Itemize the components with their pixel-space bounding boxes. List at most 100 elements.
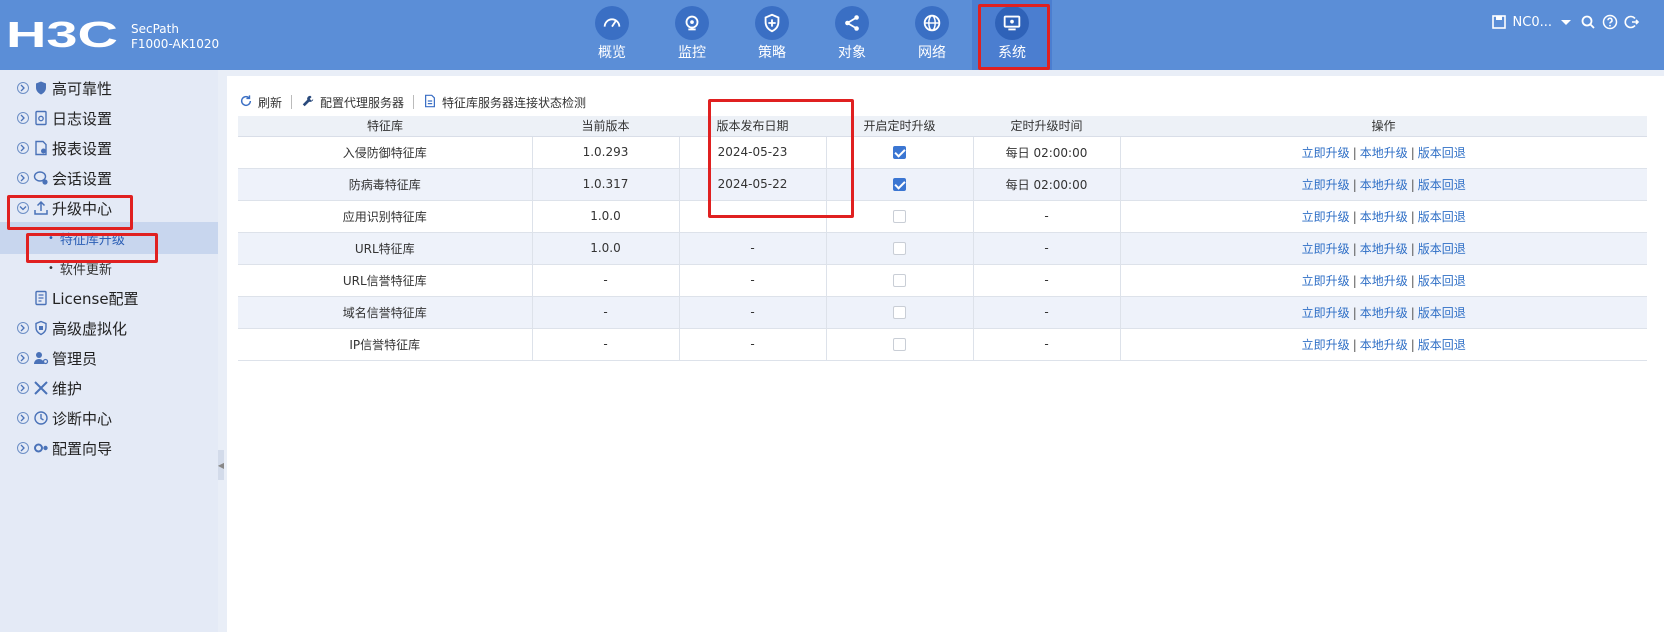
table-row: URL特征库 1.0.0 - - 立即升级 | 本地升级 | 版本回退 <box>238 232 1647 265</box>
refresh-button[interactable]: 刷新 <box>239 94 291 111</box>
chevron-right-icon[interactable] <box>17 322 29 334</box>
upgrade-now-link[interactable]: 立即升级 <box>1302 306 1350 320</box>
save-icon[interactable] <box>1491 14 1507 30</box>
timed-upgrade-checkbox[interactable] <box>893 146 906 159</box>
chevron-right-icon[interactable] <box>17 382 29 394</box>
timed-upgrade-cell <box>826 168 974 201</box>
timed-upgrade-cell <box>826 296 974 329</box>
release-date-cell: 2024-05-22 <box>679 168 827 201</box>
column-header-current-version[interactable]: 当前版本 <box>532 116 679 137</box>
device-name[interactable]: NC0... <box>1513 15 1552 30</box>
table-row: 防病毒特征库 1.0.317 2024-05-22 每日 02:00:00 立即… <box>238 168 1647 201</box>
timed-upgrade-checkbox[interactable] <box>893 306 906 319</box>
sidebar-item-config-wizard[interactable]: 配置向导 <box>0 432 218 464</box>
column-header-upgrade-time[interactable]: 定时升级时间 <box>973 116 1120 137</box>
column-header-library[interactable]: 特征库 <box>238 116 532 137</box>
chevron-right-icon[interactable] <box>17 412 29 424</box>
rollback-link[interactable]: 版本回退 <box>1418 306 1466 320</box>
timed-upgrade-checkbox[interactable] <box>893 274 906 287</box>
nav-policy[interactable]: 策略 <box>732 0 812 70</box>
chevron-right-icon[interactable] <box>17 352 29 364</box>
rollback-link[interactable]: 版本回退 <box>1418 274 1466 288</box>
product-line1: SecPath <box>131 22 179 36</box>
sidebar-item-high-availability[interactable]: 高可靠性 <box>0 72 218 104</box>
chevron-right-icon[interactable] <box>17 442 29 454</box>
nav-system[interactable]: 系统 <box>972 0 1052 70</box>
search-icon[interactable] <box>1580 14 1596 30</box>
upgrade-icon <box>33 200 49 216</box>
upgrade-now-link[interactable]: 立即升级 <box>1302 146 1350 160</box>
sidebar-collapse-handle[interactable]: ◀ <box>218 450 224 480</box>
upgrade-now-link[interactable]: 立即升级 <box>1302 210 1350 224</box>
sidebar-item-upgrade-center[interactable]: 升级中心 <box>0 192 218 224</box>
sidebar-item-diagnosis-center[interactable]: 诊断中心 <box>0 402 218 434</box>
version-cell: - <box>532 264 680 297</box>
local-upgrade-link[interactable]: 本地升级 <box>1360 338 1408 352</box>
sidebar-item-label: 管理员 <box>52 349 98 368</box>
log-icon <box>33 110 49 126</box>
sidebar-subitem-signature-upgrade[interactable]: • 特征库升级 <box>0 222 218 254</box>
nav-monitor[interactable]: 监控 <box>652 0 732 70</box>
timed-upgrade-cell <box>826 200 974 233</box>
sidebar-subitem-software-update[interactable]: • 软件更新 <box>0 252 218 284</box>
upgrade-now-link[interactable]: 立即升级 <box>1302 242 1350 256</box>
operations-cell: 立即升级 | 本地升级 | 版本回退 <box>1120 328 1647 361</box>
chevron-down-icon[interactable] <box>1558 14 1574 30</box>
sidebar-item-administrator[interactable]: 管理员 <box>0 342 218 374</box>
connection-check-button[interactable]: 特征库服务器连接状态检测 <box>414 94 595 111</box>
chevron-right-icon[interactable] <box>17 112 29 124</box>
timed-upgrade-checkbox[interactable] <box>893 242 906 255</box>
share-icon <box>835 6 869 40</box>
sidebar-item-log-settings[interactable]: 日志设置 <box>0 102 218 134</box>
nav-policy-label: 策略 <box>758 45 786 61</box>
rollback-link[interactable]: 版本回退 <box>1418 178 1466 192</box>
upgrade-now-link[interactable]: 立即升级 <box>1302 338 1350 352</box>
timed-upgrade-checkbox[interactable] <box>893 178 906 191</box>
sidebar-item-session-settings[interactable]: 会话设置 <box>0 162 218 194</box>
chevron-right-icon[interactable] <box>17 82 29 94</box>
config-proxy-button[interactable]: 配置代理服务器 <box>292 94 413 111</box>
top-header: H3C SecPath F1000-AK1020 概览 监控 策略 对象 网络 … <box>0 0 1664 70</box>
chevron-right-icon[interactable] <box>17 142 29 154</box>
bullet-icon: • <box>48 232 54 244</box>
local-upgrade-link[interactable]: 本地升级 <box>1360 178 1408 192</box>
sidebar-item-report-settings[interactable]: 报表设置 <box>0 132 218 164</box>
sidebar-item-maintenance[interactable]: 维护 <box>0 372 218 404</box>
column-header-timed-upgrade[interactable]: 开启定时升级 <box>826 116 973 137</box>
nav-network[interactable]: 网络 <box>892 0 972 70</box>
nav-overview[interactable]: 概览 <box>572 0 652 70</box>
timed-upgrade-checkbox[interactable] <box>893 338 906 351</box>
upgrade-now-link[interactable]: 立即升级 <box>1302 274 1350 288</box>
logout-icon[interactable] <box>1624 14 1640 30</box>
local-upgrade-link[interactable]: 本地升级 <box>1360 274 1408 288</box>
diagnosis-icon <box>33 410 49 426</box>
help-icon[interactable] <box>1602 14 1618 30</box>
upgrade-now-link[interactable]: 立即升级 <box>1302 178 1350 192</box>
table-row: 域名信誉特征库 - - - 立即升级 | 本地升级 | 版本回退 <box>238 296 1647 329</box>
chevron-down-icon[interactable] <box>17 202 29 214</box>
local-upgrade-link[interactable]: 本地升级 <box>1360 242 1408 256</box>
ops-separator: | <box>1352 145 1357 160</box>
rollback-link[interactable]: 版本回退 <box>1418 242 1466 256</box>
camera-icon <box>675 6 709 40</box>
rollback-link[interactable]: 版本回退 <box>1418 146 1466 160</box>
local-upgrade-link[interactable]: 本地升级 <box>1360 146 1408 160</box>
table-row: URL信誉特征库 - - - 立即升级 | 本地升级 | 版本回退 <box>238 264 1647 297</box>
ops-separator: | <box>1352 305 1357 320</box>
sidebar-item-advanced-virtualization[interactable]: 高级虚拟化 <box>0 312 218 344</box>
bullet-icon: • <box>48 262 54 274</box>
ops-separator: | <box>1410 273 1415 288</box>
rollback-link[interactable]: 版本回退 <box>1418 210 1466 224</box>
column-header-release-date[interactable]: 版本发布日期 <box>679 116 826 137</box>
upgrade-time-cell: 每日 02:00:00 <box>973 136 1121 169</box>
local-upgrade-link[interactable]: 本地升级 <box>1360 210 1408 224</box>
timed-upgrade-checkbox[interactable] <box>893 210 906 223</box>
chevron-right-icon[interactable] <box>17 172 29 184</box>
rollback-link[interactable]: 版本回退 <box>1418 338 1466 352</box>
sidebar-item-license[interactable]: License配置 <box>0 282 218 314</box>
version-cell: - <box>532 296 680 329</box>
nav-object[interactable]: 对象 <box>812 0 892 70</box>
sidebar-item-label: 高可靠性 <box>52 79 113 98</box>
sidebar-item-label: 报表设置 <box>52 139 113 158</box>
local-upgrade-link[interactable]: 本地升级 <box>1360 306 1408 320</box>
